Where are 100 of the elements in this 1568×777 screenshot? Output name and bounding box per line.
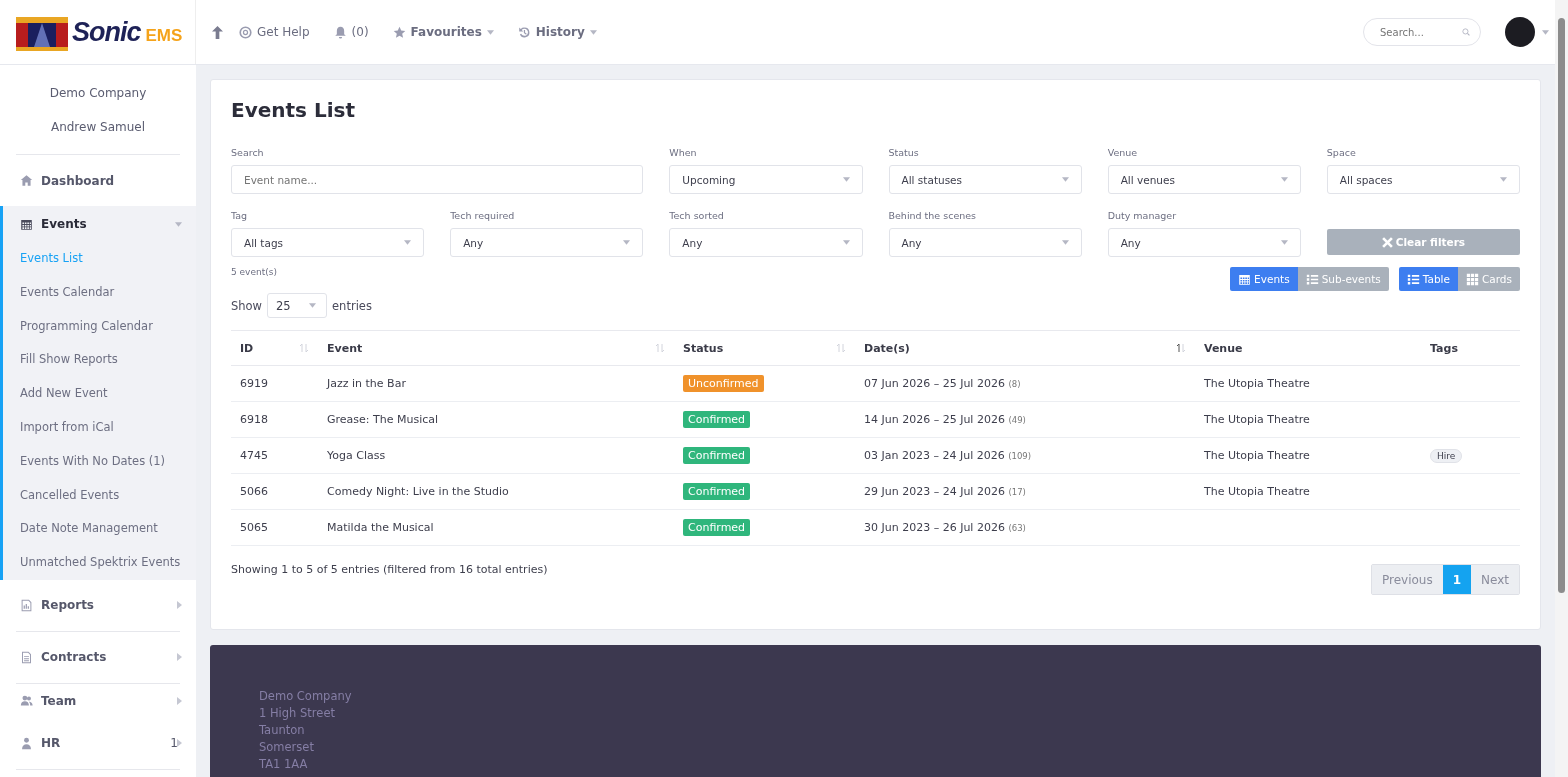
pagination-button[interactable]: Previous: [1371, 565, 1443, 594]
x-icon: [1381, 236, 1393, 248]
star-icon: [392, 25, 406, 39]
search-input[interactable]: Event name...: [231, 165, 644, 194]
chevron-icon: [177, 601, 182, 610]
status-badge: Confirmed: [683, 411, 751, 428]
filter-label: Tech required: [450, 210, 516, 221]
nav-link[interactable]: Favourites: [380, 25, 506, 39]
count-label: 1: [170, 736, 178, 751]
filter-select[interactable]: All statuses: [888, 165, 1082, 194]
caret-icon: [486, 29, 494, 35]
filter-select[interactable]: Any: [669, 228, 863, 257]
column-header[interactable]: Date(s): [855, 330, 1195, 366]
calendar-icon: [1238, 272, 1252, 286]
entries-select[interactable]: 25: [267, 293, 328, 318]
chevron-icon: [177, 696, 182, 705]
people-icon: [20, 694, 33, 708]
column-header[interactable]: Status: [674, 330, 855, 366]
submenu-link[interactable]: Add New Event: [3, 377, 196, 411]
filter-select[interactable]: All spaces: [1326, 165, 1520, 194]
tag-chip: Hire: [1430, 448, 1463, 463]
logo-suffix: EMS: [145, 25, 183, 46]
table-cell: Yoga Class: [318, 437, 674, 474]
search-input[interactable]: Search...: [1378, 25, 1462, 39]
table-cell: 29 Jun 2023 – 24 Jul 2026 (17): [855, 473, 1195, 510]
table-cell: 6918: [231, 401, 318, 438]
column-header: Tags: [1421, 330, 1520, 366]
submenu-link[interactable]: Cancelled Events: [3, 478, 196, 513]
show-label: Show: [231, 298, 263, 313]
pagination-button[interactable]: Next: [1471, 565, 1519, 594]
table-cell: The Utopia Theatre: [1195, 473, 1421, 510]
filter-select[interactable]: Any: [1107, 228, 1301, 257]
chevron-icon: [177, 739, 182, 748]
caret-icon: [589, 29, 597, 35]
nav-link[interactable]: History: [505, 25, 609, 39]
person-icon: [20, 736, 33, 750]
submenu-link[interactable]: Programming Calendar: [3, 309, 196, 344]
submenu-link[interactable]: Events With No Dates (1): [3, 444, 196, 479]
entries-label: entries: [332, 298, 372, 313]
submenu-link[interactable]: Date Note Management: [3, 512, 196, 547]
pagination-button[interactable]: 1: [1442, 565, 1472, 594]
address-line: Taunton: [259, 722, 306, 739]
table-cell: 6919: [231, 365, 318, 402]
filter-select[interactable]: Upcoming: [669, 165, 863, 194]
calendar-icon: [20, 217, 33, 231]
column-header: Venue: [1195, 330, 1421, 366]
lifebuoy-icon: [239, 25, 252, 39]
caret-icon: [1061, 240, 1069, 245]
company-name: Demo Company: [48, 86, 148, 102]
scrollbar[interactable]: [1555, 0, 1568, 777]
page-title: Events List: [231, 98, 356, 122]
caret-icon: [404, 240, 412, 245]
sidebar-item[interactable]: HR 1: [0, 717, 196, 769]
table-cell: 14 Jun 2026 – 25 Jul 2026 (49): [855, 401, 1195, 438]
sidebar-item[interactable]: Dashboard: [0, 155, 196, 206]
filter-select[interactable]: All venues: [1107, 165, 1301, 194]
table-cell: 30 Jun 2023 – 26 Jul 2026 (63): [855, 509, 1195, 546]
view-toggle[interactable]: Table: [1398, 267, 1458, 291]
caret-icon: [842, 177, 850, 182]
caret-icon: [842, 240, 850, 245]
sidebar-item[interactable]: Events: [3, 206, 196, 242]
sidebar-item[interactable]: Contracts: [0, 631, 196, 683]
submenu-link[interactable]: Import from iCal: [3, 411, 196, 445]
caret-icon: [1280, 177, 1288, 182]
table-info: Showing 1 to 5 of 5 entries (filtered from 16 total entries): [231, 563, 548, 576]
table-cell: The Utopia Theatre: [1195, 401, 1421, 438]
filter-label: Tag: [231, 210, 249, 221]
filter-label: Venue: [1107, 147, 1139, 158]
submenu-link[interactable]: Events Calendar: [3, 275, 196, 310]
submenu-link[interactable]: Fill Show Reports: [3, 343, 196, 378]
table-cell: 07 Jun 2026 – 25 Jul 2026 (8): [855, 365, 1195, 402]
document-icon: [20, 650, 33, 664]
report-icon: [20, 598, 33, 612]
status-badge: Confirmed: [683, 519, 751, 536]
address-line: Somerset: [259, 739, 315, 756]
filter-select[interactable]: Any: [450, 228, 644, 257]
column-header[interactable]: ID: [231, 330, 318, 366]
clock-icon: [517, 25, 531, 39]
filter-select[interactable]: All tags: [231, 228, 425, 257]
column-header[interactable]: Event: [318, 330, 674, 366]
filter-select[interactable]: Any: [888, 228, 1082, 257]
nav-link[interactable]: (0): [321, 25, 381, 39]
filter-label: Space: [1326, 147, 1357, 158]
filter-label: Search: [231, 147, 265, 158]
sidebar-item[interactable]: Reports: [0, 579, 196, 631]
table-cell: 5065: [231, 509, 318, 546]
view-toggle[interactable]: Events: [1230, 267, 1298, 291]
caret-icon: [175, 221, 182, 227]
table-cell: 5066: [231, 473, 318, 510]
table-cell: Jazz in the Bar: [318, 365, 674, 402]
filter-label: Status: [888, 147, 920, 158]
status-badge: Confirmed: [683, 447, 751, 464]
user-name: Andrew Samuel: [49, 120, 147, 136]
table-cell: The Utopia Theatre: [1195, 365, 1421, 402]
sidebar-item[interactable]: Team: [0, 683, 196, 718]
submenu-link[interactable]: Unmatched Spektrix Events: [3, 546, 196, 580]
caret-icon: [1280, 240, 1288, 245]
table-cell: Grease: The Musical: [318, 401, 674, 438]
avatar[interactable]: [1505, 17, 1535, 47]
nav-link[interactable]: Get Help: [227, 25, 322, 39]
